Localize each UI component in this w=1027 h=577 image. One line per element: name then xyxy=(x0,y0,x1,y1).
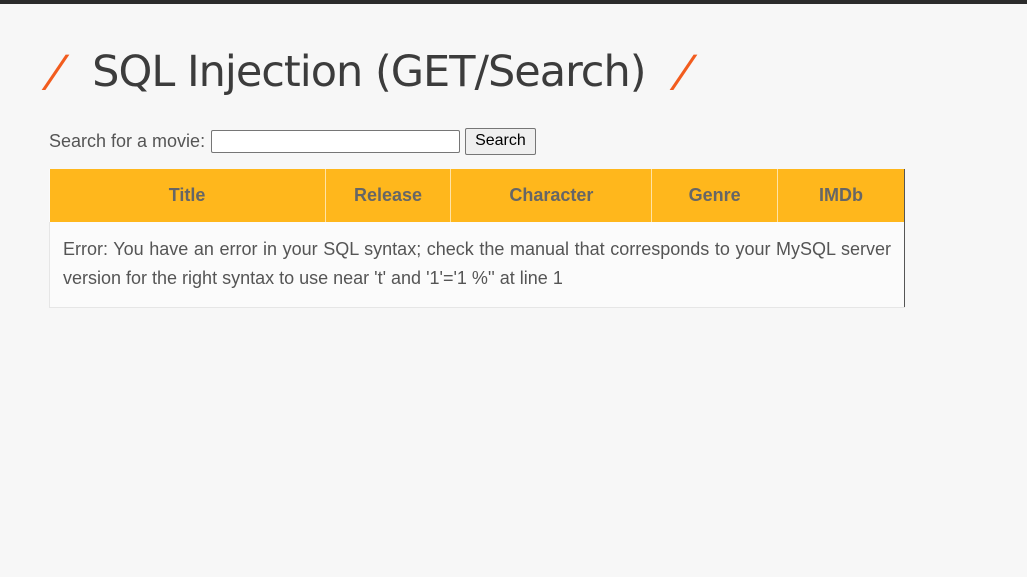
movie-results-table: Title Release Character Genre IMDb Error… xyxy=(49,169,905,308)
search-form: Search for a movie: Search xyxy=(49,127,536,155)
page-title-text: SQL Injection (GET/Search) xyxy=(92,47,646,97)
column-header-imdb: IMDb xyxy=(777,169,905,222)
search-button[interactable]: Search xyxy=(465,127,536,155)
search-label: Search for a movie: xyxy=(49,130,206,151)
title-slash-left: / xyxy=(43,47,66,97)
column-header-genre: Genre xyxy=(651,169,779,222)
column-header-title: Title xyxy=(49,169,326,222)
page-title: / SQL Injection (GET/Search) / xyxy=(44,40,694,104)
table-header-row: Title Release Character Genre IMDb xyxy=(49,169,905,222)
table-row: Error: You have an error in your SQL syn… xyxy=(49,222,905,308)
column-header-release: Release xyxy=(325,169,452,222)
title-slash-right: / xyxy=(671,47,695,97)
sql-error-message: Error: You have an error in your SQL syn… xyxy=(49,222,905,308)
column-header-character: Character xyxy=(450,169,653,222)
search-input[interactable] xyxy=(211,129,461,153)
top-bar xyxy=(0,0,1027,4)
